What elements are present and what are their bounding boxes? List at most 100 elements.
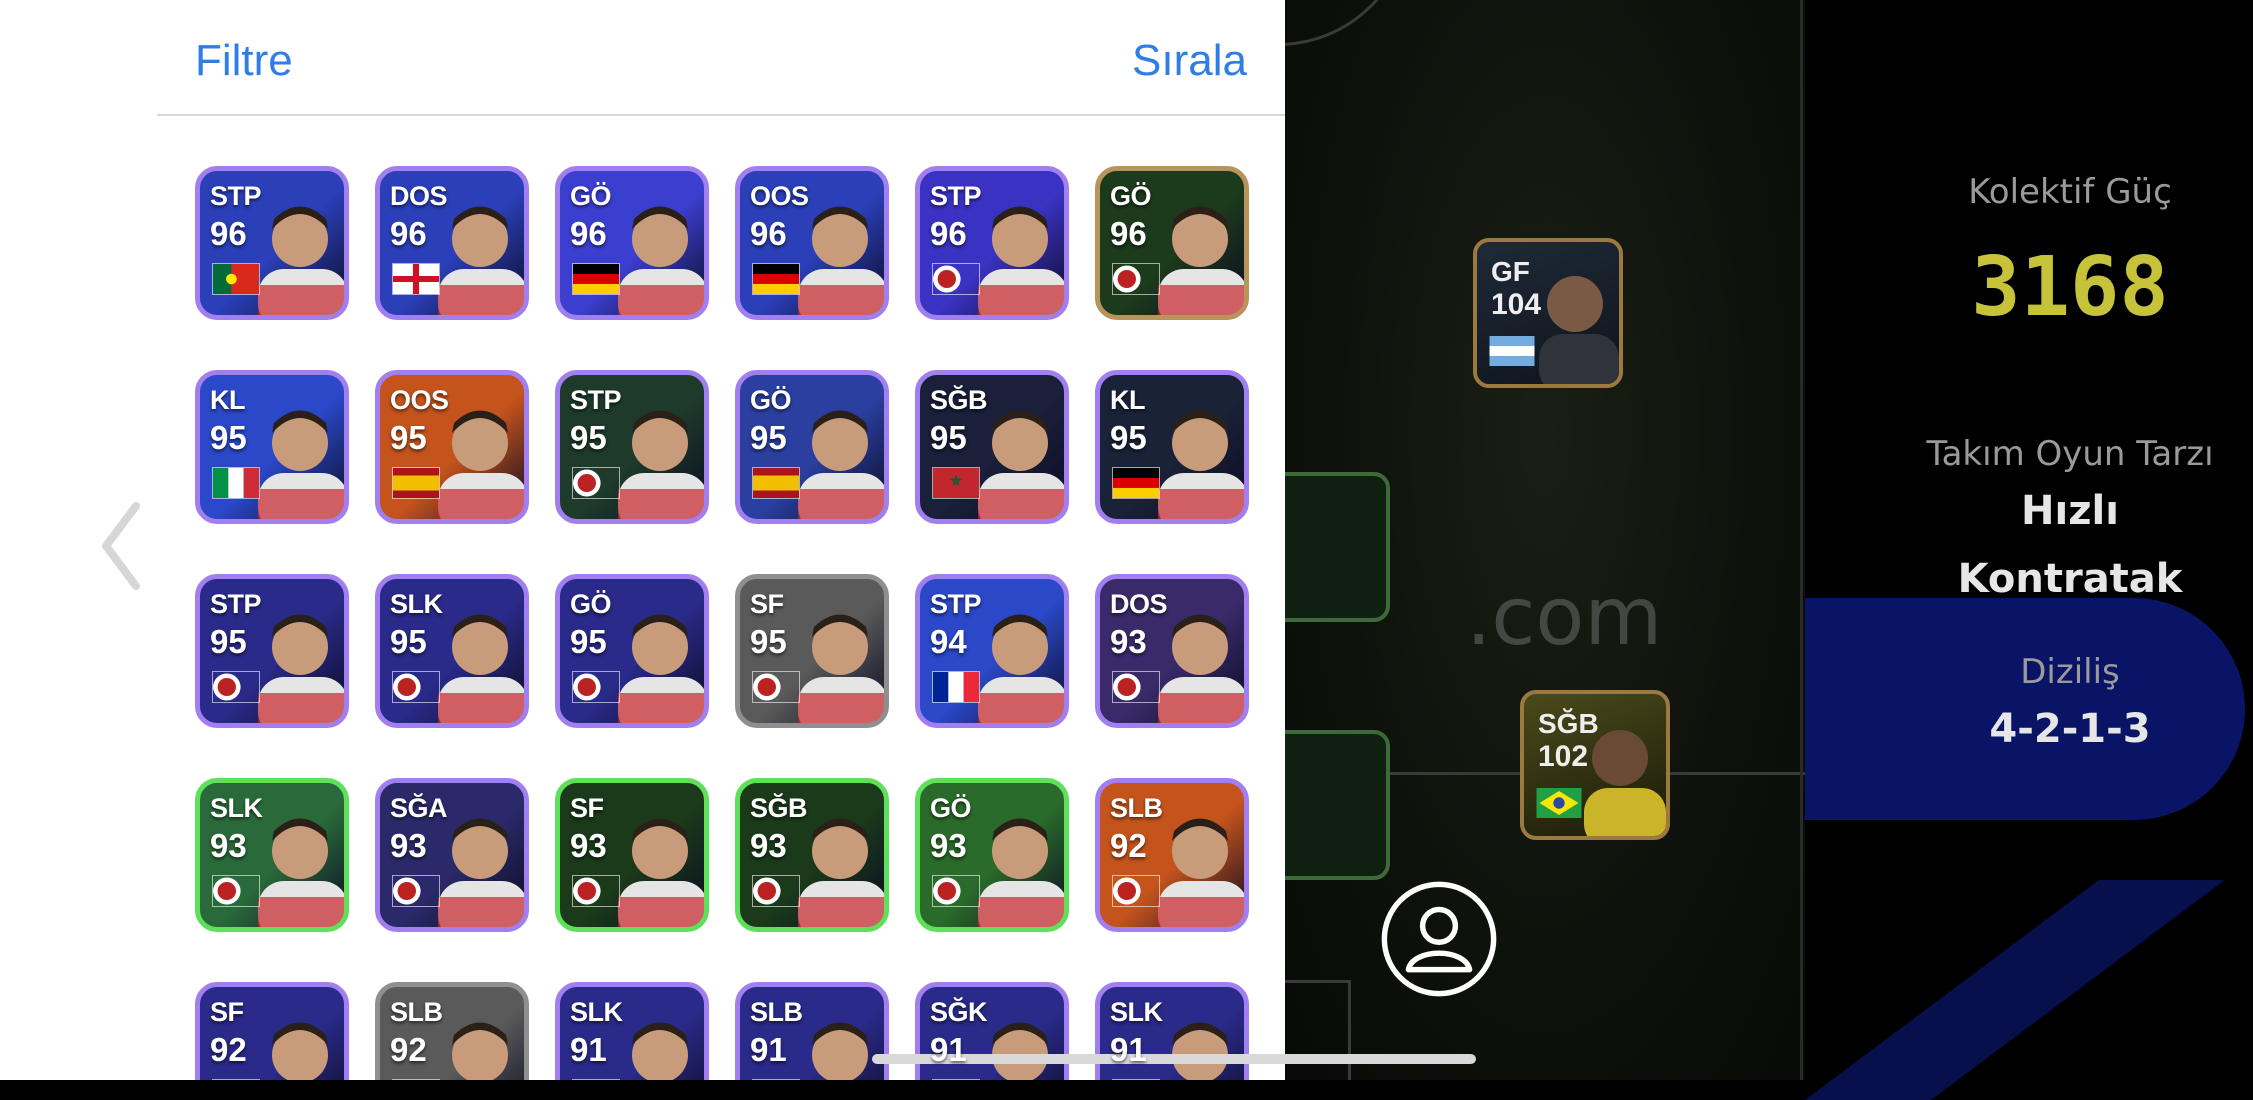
- germany-flag-icon: [1112, 467, 1160, 499]
- club-badge-icon: [392, 671, 440, 703]
- card-position: SĞB: [750, 793, 808, 823]
- center-circle-line: [1285, 0, 1411, 46]
- pitch-player-token[interactable]: SĞB 102: [1520, 690, 1670, 840]
- formation-value[interactable]: 4-2-1-3: [1860, 706, 2253, 752]
- club-badge-icon: [572, 671, 620, 703]
- card-rating: 93: [210, 827, 247, 864]
- player-card[interactable]: SLK 95: [375, 574, 529, 728]
- club-badge-icon: [572, 467, 620, 499]
- card-rating: 91: [1110, 1031, 1147, 1068]
- card-rating: 95: [570, 419, 607, 456]
- player-card[interactable]: SLK 91: [555, 982, 709, 1080]
- player-card[interactable]: GÖ 95: [555, 574, 709, 728]
- card-position: KL: [1110, 385, 1146, 415]
- player-card[interactable]: SF 93: [555, 778, 709, 932]
- player-card[interactable]: GÖ 96: [1095, 166, 1249, 320]
- player-card[interactable]: SĞB 93: [735, 778, 889, 932]
- profile-icon[interactable]: [1380, 880, 1498, 998]
- player-card[interactable]: SĞB 95: [915, 370, 1069, 524]
- club-badge-icon: [1112, 671, 1160, 703]
- sort-button[interactable]: Sırala: [1132, 36, 1247, 86]
- token-rating: 104: [1491, 288, 1542, 321]
- panel-divider: [1800, 0, 1803, 1080]
- player-portrait-icon: [618, 614, 704, 723]
- card-position: GÖ: [570, 181, 612, 211]
- player-portrait-icon: [272, 1022, 328, 1080]
- watermark-com: .com: [1466, 570, 1663, 663]
- player-card[interactable]: STP 96: [195, 166, 349, 320]
- player-card[interactable]: OOS 96: [735, 166, 889, 320]
- pitch-player-token[interactable]: GF 104: [1473, 238, 1623, 388]
- card-rating: 96: [1110, 215, 1147, 252]
- player-card[interactable]: SLB 91: [735, 982, 889, 1080]
- player-card[interactable]: SF 95: [735, 574, 889, 728]
- card-rating: 93: [930, 827, 967, 864]
- brazil-flag-icon: [1536, 788, 1582, 818]
- player-card-grid: STP 96 DOS 96 GÖ 96 OOS 96 STP 96 GÖ 96 KL 95 OOS 95 STP…: [195, 166, 1249, 1080]
- goal-box-line: [1285, 980, 1351, 1080]
- card-rating: 95: [390, 419, 427, 456]
- player-card[interactable]: DOS 96: [375, 166, 529, 320]
- club-badge-icon: [572, 875, 620, 907]
- player-card[interactable]: GÖ 95: [735, 370, 889, 524]
- player-card[interactable]: STP 95: [195, 574, 349, 728]
- token-rating: 102: [1538, 740, 1589, 773]
- back-chevron-icon[interactable]: [98, 500, 144, 592]
- card-position: DOS: [390, 181, 448, 211]
- card-rating: 95: [210, 623, 247, 660]
- card-rating: 95: [390, 623, 427, 660]
- drawer-header: Filtre Sırala: [157, 0, 1285, 116]
- decorative-slash: [1805, 880, 2225, 1100]
- token-position: GF: [1491, 256, 1530, 287]
- player-selection-drawer: Filtre Sırala STP 96 DOS 96 GÖ 96 OOS 96 STP 96 GÖ…: [157, 0, 1285, 1080]
- player-card[interactable]: OOS 95: [375, 370, 529, 524]
- club-badge-icon: [932, 875, 980, 907]
- card-position: SĞB: [930, 385, 988, 415]
- filter-button[interactable]: Filtre: [195, 36, 293, 86]
- card-position: SLB: [1110, 793, 1163, 823]
- card-position: GÖ: [930, 793, 972, 823]
- player-card[interactable]: SLB 92: [375, 982, 529, 1080]
- card-position: SF: [210, 997, 244, 1027]
- card-position: SLK: [210, 793, 263, 823]
- player-portrait-icon: [258, 410, 344, 519]
- card-position: SĞA: [390, 793, 448, 823]
- player-card[interactable]: SĞK 91: [915, 982, 1069, 1080]
- player-portrait-icon: [618, 206, 704, 315]
- card-rating: 96: [930, 215, 967, 252]
- club-badge-icon: [212, 671, 260, 703]
- player-card[interactable]: KL 95: [1095, 370, 1249, 524]
- morocco-flag-icon: [932, 467, 980, 499]
- card-rating: 91: [570, 1031, 607, 1068]
- player-card[interactable]: SF 92: [195, 982, 349, 1080]
- player-card[interactable]: SLK 93: [195, 778, 349, 932]
- player-card[interactable]: STP 95: [555, 370, 709, 524]
- france-flag-icon: [932, 671, 980, 703]
- card-position: SF: [750, 589, 784, 619]
- player-card[interactable]: STP 94: [915, 574, 1069, 728]
- card-rating: 95: [930, 419, 967, 456]
- player-card[interactable]: STP 96: [915, 166, 1069, 320]
- team-style-value-1: Hızlı: [2021, 488, 2119, 534]
- player-portrait-icon: [978, 818, 1064, 927]
- club-badge-icon: [1112, 875, 1160, 907]
- player-card[interactable]: GÖ 96: [555, 166, 709, 320]
- card-rating: 93: [750, 827, 787, 864]
- formation-label: Diziliş: [2020, 652, 2120, 692]
- player-portrait-icon: [798, 410, 884, 519]
- england-flag-icon: [392, 263, 440, 295]
- player-card[interactable]: DOS 93: [1095, 574, 1249, 728]
- card-rating: 95: [750, 419, 787, 456]
- player-card[interactable]: SLB 92: [1095, 778, 1249, 932]
- spain-flag-icon: [392, 467, 440, 499]
- player-card[interactable]: KL 95: [195, 370, 349, 524]
- player-card[interactable]: SLK 91: [1095, 982, 1249, 1080]
- card-position: SLK: [1110, 997, 1163, 1027]
- player-card[interactable]: SĞA 93: [375, 778, 529, 932]
- card-rating: 96: [750, 215, 787, 252]
- player-card[interactable]: GÖ 93: [915, 778, 1069, 932]
- card-position: SĞK: [930, 997, 988, 1027]
- player-portrait-icon: [618, 818, 704, 927]
- team-style-value-2: Kontratak: [1957, 556, 2183, 602]
- argentina-flag-icon: [1489, 336, 1535, 366]
